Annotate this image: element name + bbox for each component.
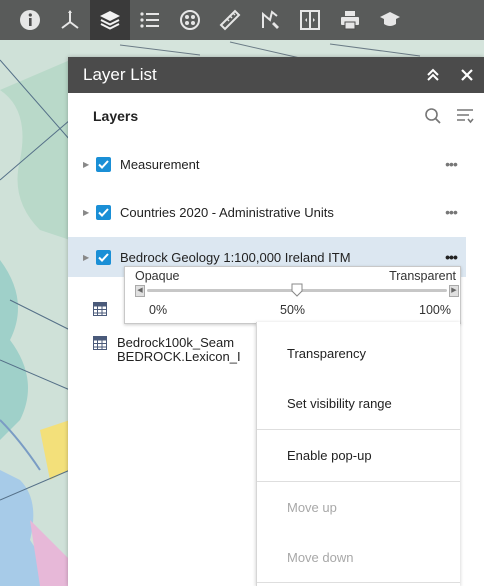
table-icon [93,302,107,316]
swipe-button[interactable] [290,0,330,40]
table-label: Bedrock100k_Seam BEDROCK.Lexicon_I [117,335,241,364]
menu-item-move-down[interactable]: Move down [257,532,460,582]
about-button[interactable] [370,0,410,40]
draw-icon [262,10,279,29]
collapse-button[interactable] [416,57,450,93]
slider-decrement-button[interactable]: ◀ [135,285,145,297]
filter-list-icon [457,109,474,124]
layer-label: Measurement [120,156,200,172]
layers-heading: Layers [93,108,139,124]
print-button[interactable] [330,0,370,40]
layer-list-button[interactable] [90,0,130,40]
expand-caret-icon[interactable]: ▶ [83,160,93,169]
layer-visibility-checkbox[interactable] [96,204,111,220]
menu-item-transparency[interactable]: Transparency [257,328,460,378]
layer-label: Bedrock Geology 1:100,000 Ireland ITM [120,249,351,265]
slider-tick-label: 0% [149,303,168,317]
info-icon [20,10,40,30]
menu-item-visibility-range[interactable]: Set visibility range [257,378,460,428]
menu-divider [257,582,460,583]
layer-more-button[interactable]: ••• [436,204,466,220]
widget-toolbar [0,0,484,40]
checkmark-icon [98,207,109,217]
expand-caret-icon[interactable]: ▶ [83,253,93,262]
measure-ruler-icon [219,9,241,31]
layer-context-menu: Transparency Set visibility range Enable… [256,322,460,586]
layer-options-button[interactable] [452,103,478,129]
slider-tick-label: 100% [419,303,451,317]
legend-list-icon [140,12,159,28]
layer-more-button[interactable]: ••• [436,249,466,265]
layer-visibility-checkbox[interactable] [96,156,111,172]
menu-item-label: Set visibility range [287,395,392,411]
layer-row-measurement[interactable]: ▶ Measurement ••• [68,144,466,184]
panel-header: Layer List [68,57,484,93]
close-button[interactable] [450,57,484,93]
checkmark-icon [98,252,109,262]
table-row[interactable]: Bedrock100k_Seam BEDROCK.Lexicon_I [68,336,241,364]
measurement-button[interactable] [210,0,250,40]
slider-left-label: Opaque [135,269,180,283]
slider-thumb[interactable] [291,283,303,297]
menu-item-move-up[interactable]: Move up [257,482,460,532]
menu-item-enable-popup[interactable]: Enable pop-up [257,430,460,480]
education-cap-icon [380,12,400,26]
info-button[interactable] [10,0,50,40]
legend-button[interactable] [130,0,170,40]
table-row[interactable] [68,302,117,316]
table-icon [93,336,107,350]
layer-visibility-checkbox[interactable] [96,249,111,265]
transparency-slider-popup: Opaque Transparent ◀ ▶ 0% 50% 100% [124,266,461,324]
search-layers-button[interactable] [420,103,446,129]
layers-icon [100,11,120,30]
print-icon [341,11,359,30]
menu-item-label: Enable pop-up [287,447,372,463]
swipe-icon [300,10,320,30]
menu-item-label: Move down [287,549,354,565]
double-chevron-up-icon [427,68,439,81]
layer-label: Countries 2020 - Administrative Units [120,204,334,220]
basemap-gallery-icon [180,10,200,30]
close-icon [461,69,473,81]
checkmark-icon [98,159,109,169]
layers-toolbar: Layers [68,93,484,139]
layer-row-countries[interactable]: ▶ Countries 2020 - Administrative Units … [68,192,466,232]
slider-right-label: Transparent [389,269,456,283]
menu-item-label: Transparency [287,345,366,361]
search-icon [425,108,441,124]
slider-tick-label: 50% [280,303,306,317]
menu-item-label: Move up [287,499,337,515]
slider-increment-button[interactable]: ▶ [449,285,459,297]
expand-caret-icon[interactable]: ▶ [83,208,93,217]
layer-more-button[interactable]: ••• [436,156,466,172]
coordinate-button[interactable] [50,0,90,40]
panel-title: Layer List [83,65,157,84]
draw-button[interactable] [250,0,290,40]
basemap-gallery-button[interactable] [170,0,210,40]
coordinate-axis-icon [61,10,79,29]
